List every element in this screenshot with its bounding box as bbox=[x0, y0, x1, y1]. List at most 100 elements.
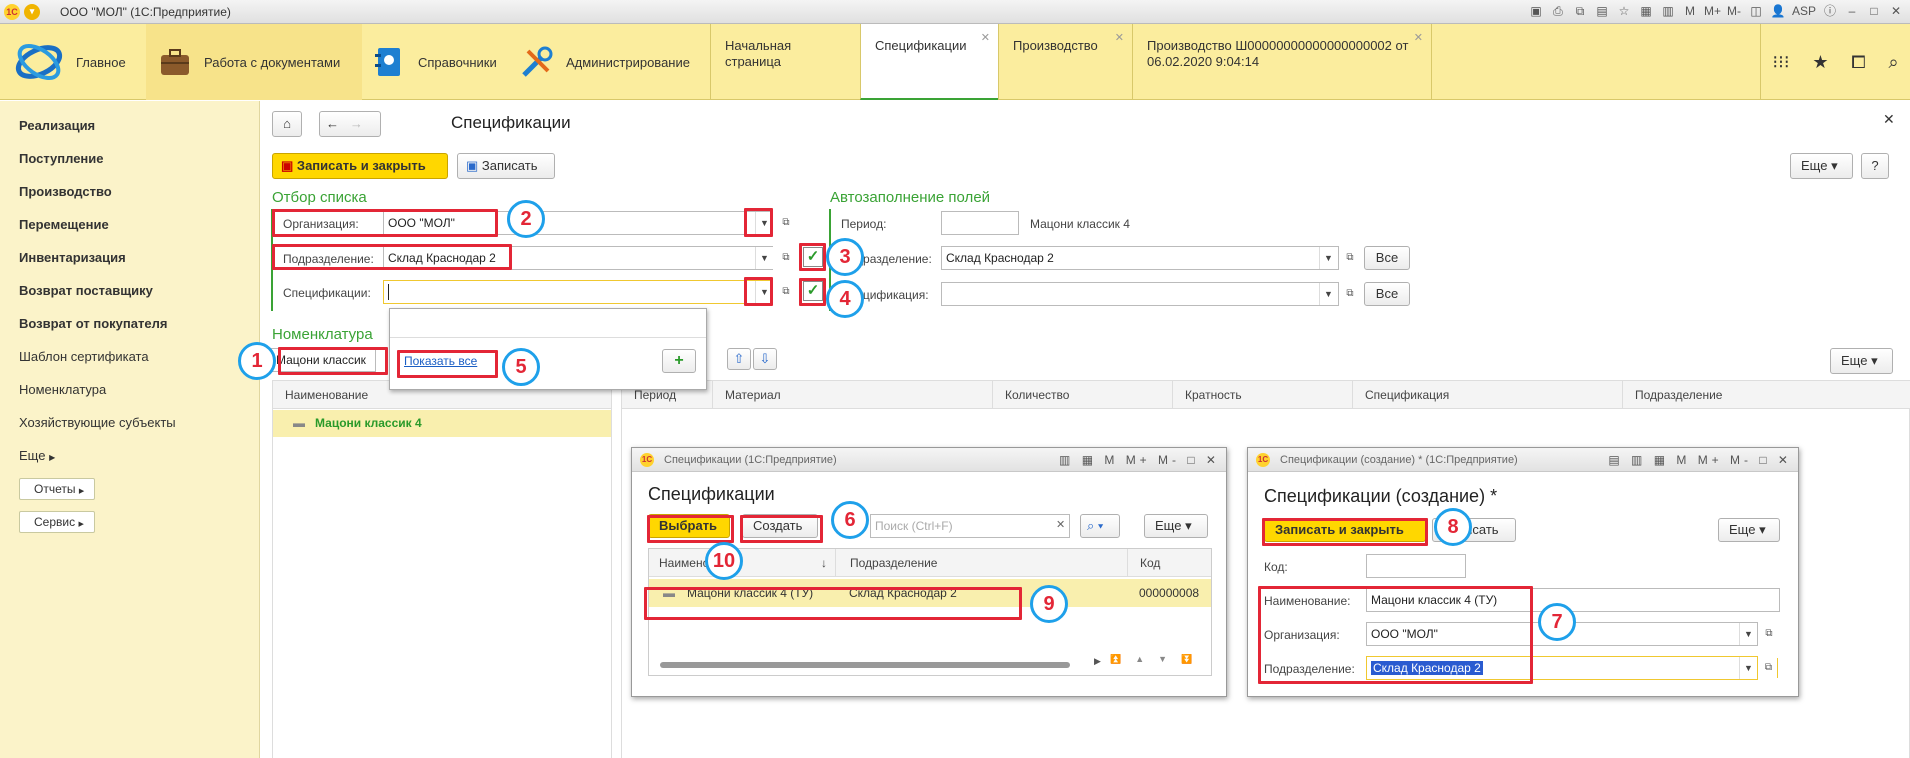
save-button[interactable]: ▣ Записать bbox=[457, 153, 555, 179]
favorite-icon[interactable]: ☆ bbox=[1616, 3, 1632, 19]
code-field[interactable] bbox=[1366, 554, 1466, 578]
forward-arrow-icon[interactable]: → bbox=[350, 116, 363, 131]
copy-icon[interactable]: ⧉ bbox=[1572, 3, 1588, 19]
sidebar-item-production[interactable]: Производство bbox=[19, 184, 112, 199]
tab-specifications[interactable]: Спецификации ✕ bbox=[860, 24, 998, 100]
org-open-icon[interactable]: ⧉ bbox=[777, 213, 795, 233]
help-button[interactable]: ? bbox=[1861, 153, 1889, 179]
back-arrow-icon[interactable]: ← bbox=[326, 116, 339, 131]
more-button[interactable]: Еще ▾ bbox=[1718, 518, 1780, 542]
reports-button[interactable]: Отчеты ▶ bbox=[19, 478, 96, 500]
close-tab-icon[interactable]: ✕ bbox=[1414, 30, 1423, 46]
arrow-up-icon: ⇧ bbox=[733, 351, 745, 366]
minimize-icon[interactable]: – bbox=[1844, 3, 1860, 19]
specification-title: Сп bbox=[879, 326, 898, 343]
calculator-icon[interactable]: ▥ bbox=[1660, 3, 1676, 19]
row-navigation-icons[interactable]: ⏫▲▼⏬ bbox=[1110, 654, 1206, 665]
column-code[interactable]: Код bbox=[1127, 549, 1160, 577]
service-button[interactable]: Сервис ▶ bbox=[19, 511, 95, 533]
dept-dropdown-icon[interactable]: ▼ bbox=[1739, 657, 1757, 679]
sidebar-item-more[interactable]: Еще ▶ bbox=[19, 448, 55, 463]
save-icon[interactable]: ▣ bbox=[1528, 3, 1544, 19]
dept-dropdown-icon[interactable]: ▼ bbox=[755, 247, 773, 269]
spec-label: Спецификации: bbox=[283, 286, 371, 300]
sidebar-item-receipt[interactable]: Поступление bbox=[19, 151, 104, 166]
tab-home[interactable]: Начальная страница bbox=[710, 24, 860, 100]
auto-spec-open-icon[interactable]: ⧉ bbox=[1341, 284, 1359, 304]
nav-section-admin[interactable]: Администрирование bbox=[520, 24, 710, 100]
close-tab-icon[interactable]: ✕ bbox=[981, 30, 990, 46]
column-material[interactable]: Материал bbox=[712, 381, 781, 409]
table-more-button[interactable]: Еще ▾ bbox=[1830, 348, 1893, 374]
sidebar-item-transfer[interactable]: Перемещение bbox=[19, 217, 109, 232]
history-icon[interactable]: ⧠ bbox=[1851, 52, 1865, 73]
maximize-icon[interactable]: □ bbox=[1866, 3, 1882, 19]
auto-spec-dropdown-icon[interactable]: ▼ bbox=[1319, 283, 1337, 305]
nav-section-main[interactable]: Главное bbox=[14, 24, 144, 100]
more-button[interactable]: Еще ▾ bbox=[1144, 514, 1208, 538]
more-button[interactable]: Еще ▾ bbox=[1790, 153, 1853, 179]
nav-section-references[interactable]: Справочники bbox=[364, 24, 514, 100]
calendar-icon[interactable]: ▦ bbox=[1638, 3, 1654, 19]
list-item[interactable]: ▬ Мацони классик 4 bbox=[273, 410, 611, 437]
home-button[interactable]: ⌂ bbox=[272, 111, 302, 137]
dept-open-icon[interactable]: ⧉ bbox=[1760, 658, 1778, 678]
column-department[interactable]: Подразделение bbox=[835, 549, 937, 577]
dept-open-icon[interactable]: ⧉ bbox=[777, 248, 795, 268]
sidebar-item-inventory[interactable]: Инвентаризация bbox=[19, 250, 126, 265]
apps-grid-icon[interactable]: ⁝⁝⁝ bbox=[1772, 52, 1789, 73]
print-icon[interactable]: ⎙ bbox=[1550, 3, 1566, 19]
column-quantity[interactable]: Количество bbox=[992, 381, 1069, 409]
tab-production-doc[interactable]: Производство Ш00000000000000000002 от 06… bbox=[1132, 24, 1432, 100]
close-tab-icon[interactable]: ✕ bbox=[1115, 30, 1124, 46]
auto-dept-field[interactable]: Склад Краснодар 2 bbox=[941, 246, 1339, 270]
close-icon[interactable]: ✕ bbox=[1888, 3, 1904, 19]
search-input[interactable]: Поиск (Ctrl+F) bbox=[870, 514, 1070, 538]
tab-production[interactable]: Производство ✕ bbox=[998, 24, 1132, 100]
sidebar-item-sales[interactable]: Реализация bbox=[19, 118, 95, 133]
column-specification[interactable]: Спецификация bbox=[1352, 381, 1449, 409]
move-up-button[interactable]: ⇧ bbox=[727, 348, 751, 370]
sidebar-item-entities[interactable]: Хозяйствующие субъекты bbox=[19, 415, 176, 430]
org-dropdown-icon[interactable]: ▼ bbox=[1739, 623, 1757, 645]
scroll-right-icon[interactable]: ▶ bbox=[1094, 656, 1101, 667]
save-and-close-label: Записать и закрыть bbox=[296, 158, 426, 173]
menu-icon[interactable]: ▾ bbox=[24, 3, 40, 20]
info-icon[interactable]: ⓘ bbox=[1822, 3, 1838, 19]
column-department[interactable]: Подразделение bbox=[1622, 381, 1722, 409]
move-down-button[interactable]: ⇩ bbox=[753, 348, 777, 370]
spec-open-icon[interactable]: ⧉ bbox=[777, 282, 795, 302]
sidebar-item-nomenclature[interactable]: Номенклатура bbox=[19, 382, 106, 397]
column-multiplicity[interactable]: Кратность bbox=[1172, 381, 1242, 409]
sidebar-item-cert-template[interactable]: Шаблон сертификата bbox=[19, 349, 149, 364]
search-icon[interactable]: ⌕ bbox=[1889, 52, 1899, 73]
panel-icon[interactable]: ◫ bbox=[1748, 3, 1764, 19]
add-button[interactable]: + bbox=[662, 349, 696, 373]
auto-dept-open-icon[interactable]: ⧉ bbox=[1341, 248, 1359, 268]
period-field[interactable] bbox=[941, 211, 1019, 235]
save-icon: ▣ bbox=[281, 158, 294, 173]
clear-search-icon[interactable]: ✕ bbox=[1056, 518, 1065, 531]
user-name[interactable]: ASP bbox=[1792, 3, 1816, 19]
auto-dept-all-button[interactable]: Все bbox=[1364, 246, 1410, 270]
org-open-icon[interactable]: ⧉ bbox=[1760, 624, 1778, 644]
spec-field[interactable] bbox=[383, 280, 773, 304]
sidebar-item-return-supplier[interactable]: Возврат поставщику bbox=[19, 283, 153, 298]
auto-spec-all-button[interactable]: Все bbox=[1364, 282, 1410, 306]
horizontal-scrollbar[interactable] bbox=[660, 662, 1070, 668]
nav-section-documents[interactable]: Работа с документами bbox=[146, 24, 362, 100]
paste-icon[interactable]: ▤ bbox=[1594, 3, 1610, 19]
auto-spec-field[interactable] bbox=[941, 282, 1339, 306]
app-logo-icon[interactable]: 1C bbox=[4, 3, 20, 20]
save-and-close-button[interactable]: ▣ Записать и закрыть bbox=[272, 153, 448, 179]
m-icon[interactable]: M bbox=[1682, 3, 1698, 19]
auto-dept-dropdown-icon[interactable]: ▼ bbox=[1319, 247, 1337, 269]
m-plus-icon[interactable]: M+ bbox=[1704, 3, 1721, 19]
close-form-icon[interactable]: ✕ bbox=[1883, 111, 1895, 128]
window-controls[interactable]: ▥ ▦ M M+ M- □ ✕ bbox=[1059, 448, 1220, 472]
star-icon[interactable]: ★ bbox=[1812, 52, 1828, 73]
search-button[interactable]: ⌕ ▾ bbox=[1080, 514, 1120, 538]
sidebar-item-return-customer[interactable]: Возврат от покупателя bbox=[19, 316, 167, 331]
window-controls[interactable]: ▤ ▥ ▦ M M+ M- □ ✕ bbox=[1608, 448, 1792, 472]
m-minus-icon[interactable]: M- bbox=[1726, 3, 1742, 19]
